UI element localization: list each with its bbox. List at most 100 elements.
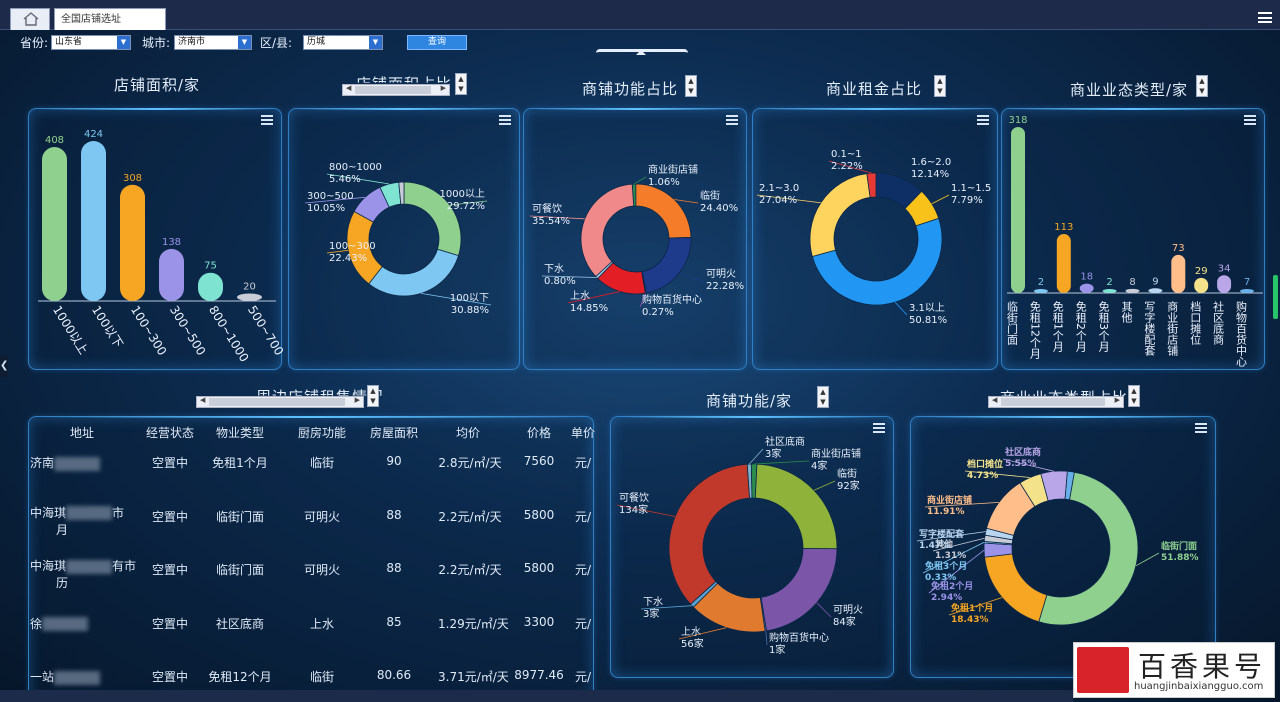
tab-store-site[interactable]: 全国店铺选址 bbox=[54, 8, 166, 30]
data-label: 34 bbox=[1218, 263, 1231, 274]
cell-price: 8977.46 bbox=[514, 668, 564, 682]
data-label: 308 bbox=[123, 173, 142, 184]
tick-label: 免租3个月 bbox=[1097, 300, 1110, 352]
bar[interactable] bbox=[1011, 127, 1025, 293]
slice-name-label: 300~500 bbox=[307, 191, 354, 202]
table-row[interactable]: 徐 空置中 社区底商 上水 85 1.29元/㎡/天 3300 元/ bbox=[30, 615, 592, 655]
pie-slice[interactable] bbox=[754, 463, 838, 550]
tick-label: 写字楼配套 bbox=[1143, 301, 1156, 356]
slice-value-label: 50.81% bbox=[909, 315, 947, 326]
query-button[interactable]: 查询 bbox=[407, 35, 467, 50]
slice-value-label: 0.80% bbox=[544, 276, 576, 287]
pie-slice[interactable] bbox=[668, 463, 750, 605]
bar[interactable] bbox=[1079, 283, 1094, 293]
slice-value-label: 1.47% bbox=[919, 541, 950, 551]
bar[interactable] bbox=[42, 147, 67, 301]
area-share-spinner[interactable]: ▲ ▼ bbox=[455, 73, 467, 95]
slice-name-label: 免租3个月 bbox=[925, 560, 967, 572]
cell-addr: 济南 bbox=[30, 454, 126, 471]
cell-avg: 2.2元/㎡/天 bbox=[438, 509, 502, 524]
tick-label: 免租1个月 bbox=[1051, 300, 1064, 352]
rent-list-spinner[interactable]: ▲ ▼ bbox=[367, 385, 379, 407]
slice-value-label: 92家 bbox=[837, 479, 860, 492]
area-share-scrollbar[interactable]: ◀ ▶ bbox=[342, 84, 450, 96]
top-bar: 全国店铺选址 bbox=[0, 0, 1280, 30]
biz-share-spinner[interactable]: ▲ ▼ bbox=[1128, 385, 1140, 407]
func-share-spinner[interactable]: ▲ ▼ bbox=[685, 75, 697, 97]
panel-biz-count: 318 临街门面 2 免租12个月 113 免租1个月 18 免租2个月 2 免租3个月 8 其他 9 写… bbox=[1001, 108, 1265, 370]
pie-slice[interactable] bbox=[809, 173, 871, 257]
cell-type: 临街门面 bbox=[215, 563, 264, 577]
tick-label: 800~1000 bbox=[206, 303, 252, 364]
slice-name-label: 1000以上 bbox=[440, 188, 485, 200]
leader-line bbox=[754, 460, 810, 465]
redacted-blur bbox=[66, 559, 113, 574]
home-button[interactable] bbox=[10, 8, 50, 30]
slice-name-label: 100~300 bbox=[329, 241, 376, 252]
data-label: 29 bbox=[1195, 266, 1208, 277]
slice-name-label: 社区底商 bbox=[765, 435, 805, 448]
bar[interactable] bbox=[1194, 277, 1209, 293]
pie-slice[interactable] bbox=[368, 248, 460, 297]
bar[interactable] bbox=[81, 141, 106, 301]
cell-type: 临街门面 bbox=[215, 509, 264, 524]
rent-pie-chart: 1.6~2.012.14%1.1~1.57.79% 3.1以上50.81% 2.1~… bbox=[756, 149, 991, 326]
slice-name-label: 3.1以上 bbox=[909, 302, 945, 314]
province-select[interactable]: 山东省 ▼ bbox=[51, 35, 131, 50]
bar[interactable] bbox=[1056, 234, 1071, 293]
bar[interactable] bbox=[159, 248, 184, 301]
bar[interactable] bbox=[120, 184, 145, 301]
table-row[interactable]: 中海琪 市月 空置中 临街门面 可明火 88 2.2元/㎡/天 5800 元/ bbox=[30, 506, 592, 548]
pie-slice[interactable] bbox=[984, 553, 1048, 623]
rent-list-scrollbar[interactable]: ◀ ▶ bbox=[196, 396, 364, 408]
pie-slice[interactable] bbox=[635, 183, 692, 239]
pie-slice[interactable] bbox=[641, 237, 692, 294]
table-row[interactable]: 济南 空置中 免租1个月 临街 90 2.8元/㎡/天 7560 元/ bbox=[30, 454, 592, 494]
data-label: 7 bbox=[1244, 277, 1250, 288]
pie-slice[interactable] bbox=[580, 183, 635, 278]
watermark-url: huangjinbaixiangguo.com bbox=[1134, 681, 1264, 692]
collapse-handle[interactable] bbox=[596, 49, 688, 57]
city-select[interactable]: 济南市 ▼ bbox=[174, 35, 252, 50]
table-row[interactable]: 中海琪 有市历 空置中 临街门面 可明火 88 2.2元/㎡/天 5800 元/ bbox=[30, 559, 592, 601]
bar[interactable] bbox=[1171, 254, 1186, 293]
tick-label: 100~300 bbox=[128, 303, 169, 358]
cell-kitchen: 上水 bbox=[309, 616, 334, 631]
area-pie-chart: 1000以上29.72% 100以下30.88% 100~30022.43% 300~… bbox=[304, 162, 492, 316]
tick-label: 免租2个月 bbox=[1074, 300, 1087, 352]
slice-value-label: 12.14% bbox=[911, 169, 949, 180]
bar[interactable] bbox=[1125, 288, 1140, 293]
slice-name-label: 档口摊位 bbox=[967, 458, 1003, 470]
slice-name-label: 可明火 bbox=[833, 604, 863, 616]
cell-kitchen: 可明火 bbox=[303, 563, 340, 577]
bar[interactable] bbox=[237, 293, 262, 301]
slice-value-label: 22.43% bbox=[329, 253, 367, 264]
cell-price: 3300 bbox=[523, 614, 555, 629]
rent-share-spinner[interactable]: ▲ ▼ bbox=[934, 75, 946, 97]
func-count-spinner[interactable]: ▲ ▼ bbox=[817, 386, 829, 408]
side-toggle-icon[interactable]: ❮ bbox=[0, 355, 8, 377]
bar[interactable] bbox=[1240, 289, 1254, 293]
slice-value-label: 24.40% bbox=[700, 203, 738, 214]
cell-addr: 中海琪 有市历 bbox=[30, 557, 136, 591]
slice-name-label: 上水 bbox=[570, 290, 590, 302]
slice-value-label: 1.31% bbox=[935, 551, 966, 561]
bar[interactable] bbox=[198, 272, 223, 301]
slice-name-label: 上水 bbox=[681, 626, 701, 638]
biz-share-scrollbar[interactable]: ◀ ▶ bbox=[988, 396, 1124, 408]
bar[interactable] bbox=[1148, 288, 1163, 293]
slice-value-label: 84家 bbox=[833, 615, 856, 628]
biz-count-spinner[interactable]: ▲ ▼ bbox=[1196, 75, 1208, 97]
slice-value-label: 11.91% bbox=[927, 507, 965, 517]
pie-slice[interactable] bbox=[760, 548, 838, 632]
slice-value-label: 134家 bbox=[619, 503, 648, 516]
bar[interactable] bbox=[1033, 289, 1048, 293]
bar[interactable] bbox=[1217, 275, 1232, 293]
area-bar-chart: 408 1000以上 424 100以下 308 100~300 138 300~500 75 8… bbox=[38, 129, 283, 364]
slice-name-label: 商业街店铺 bbox=[811, 447, 861, 460]
scroll-indicator[interactable] bbox=[1273, 275, 1278, 319]
bar[interactable] bbox=[1102, 289, 1117, 293]
biz-pie-chart: 临街门面51.88%免租1个月18.43%免租2个月2.94%免租3个月0.33… bbox=[916, 446, 1199, 626]
hamburger-menu-icon[interactable] bbox=[1258, 12, 1272, 23]
district-select[interactable]: 历城 ▼ bbox=[303, 35, 383, 50]
